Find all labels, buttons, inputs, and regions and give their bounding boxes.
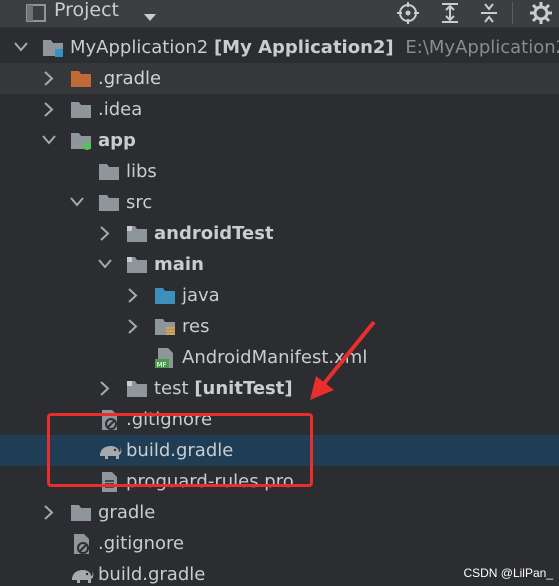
tree-item-label: .gitignore (98, 533, 185, 554)
tree-row-dot-gradle[interactable]: .gradle (0, 63, 559, 94)
tree-item-label: .gitignore (126, 409, 213, 430)
tree-row-libs[interactable]: libs (0, 156, 559, 187)
chevron-right-icon[interactable] (42, 497, 56, 528)
folder-icon (70, 99, 92, 121)
tree-row-app-gitignore[interactable]: .gitignore (0, 404, 559, 435)
tree-item-label: AndroidManifest.xml (182, 347, 368, 368)
tree-item-label: proguard-rules.pro (126, 471, 294, 492)
project-view-icon[interactable] (25, 2, 47, 28)
tree-row-root-gitignore[interactable]: .gitignore (0, 528, 559, 559)
root-module: [My Application2] (213, 37, 394, 58)
root-name: MyApplication2 (70, 37, 209, 58)
gradle-elephant-icon (98, 440, 122, 462)
folder-icon (98, 161, 120, 183)
tree-item-label: java (182, 285, 220, 306)
ignore-file-icon (70, 533, 92, 555)
tree-item-label: main (154, 254, 204, 275)
tree-item-label: .gradle (98, 68, 162, 89)
chevron-right-icon[interactable] (42, 63, 56, 94)
module-folder-icon (42, 37, 64, 59)
chevron-down-icon[interactable] (143, 8, 157, 27)
tree-item-label: gradle (98, 502, 156, 523)
collapse-all-icon[interactable] (477, 1, 501, 29)
tree-row-src[interactable]: src (0, 187, 559, 218)
watermark: CSDN @LilPan_ (463, 566, 553, 580)
chevron-right-icon[interactable] (126, 280, 140, 311)
resource-folder-icon (154, 316, 176, 338)
chevron-down-icon[interactable] (14, 32, 28, 63)
project-view-title[interactable]: Project (54, 0, 119, 21)
root-path: E:\MyApplication2 (405, 37, 559, 58)
tree-item-label: app (98, 130, 136, 151)
tree-row-app-build-gradle[interactable]: build.gradle (0, 435, 559, 466)
test-tag: [unitTest] (194, 378, 293, 399)
ignore-file-icon (98, 409, 120, 431)
chevron-right-icon[interactable] (126, 311, 140, 342)
manifest-file-icon: MF (154, 347, 176, 369)
tree-row-manifest[interactable]: MF AndroidManifest.xml (0, 342, 559, 373)
chevron-down-icon[interactable] (98, 249, 112, 280)
tree-row-app[interactable]: app (0, 125, 559, 156)
tree-row-java[interactable]: java (0, 280, 559, 311)
gradle-elephant-icon (70, 564, 94, 586)
tree-row-gradle[interactable]: gradle (0, 497, 559, 528)
tree-row-android-test[interactable]: androidTest (0, 218, 559, 249)
android-module-icon (70, 130, 92, 152)
tree-item-label: androidTest (154, 223, 274, 244)
source-set-folder-icon (126, 223, 148, 245)
tree-row-proguard[interactable]: proguard-rules.pro (0, 466, 559, 497)
gear-icon[interactable] (529, 1, 553, 29)
text-file-icon (98, 471, 120, 493)
tree-row-test[interactable]: test [unitTest] (0, 373, 559, 404)
locate-icon[interactable] (396, 1, 420, 29)
chevron-right-icon[interactable] (42, 94, 56, 125)
source-set-folder-icon (126, 378, 148, 400)
expand-all-icon[interactable] (438, 1, 462, 29)
chevron-down-icon[interactable] (70, 187, 84, 218)
folder-icon (70, 502, 92, 524)
tree-item-label: build.gradle (98, 564, 206, 585)
project-toolbar: Project (0, 0, 559, 28)
excluded-folder-icon (70, 68, 92, 90)
tree-item-label: libs (126, 161, 157, 182)
toolbar-separator (512, 2, 513, 24)
chevron-right-icon[interactable] (98, 218, 112, 249)
folder-icon (98, 192, 120, 214)
project-tree: MyApplication2 [My Application2] E:\MyAp… (0, 32, 559, 586)
tree-item-label: test (154, 378, 189, 399)
tree-row-res[interactable]: res (0, 311, 559, 342)
chevron-down-icon[interactable] (42, 125, 56, 156)
tree-row-idea[interactable]: .idea (0, 94, 559, 125)
tree-item-label: src (126, 192, 153, 213)
tree-item-label: res (182, 316, 210, 337)
svg-text:MF: MF (157, 361, 167, 369)
source-set-folder-icon (126, 254, 148, 276)
chevron-right-icon[interactable] (98, 373, 112, 404)
source-folder-icon (154, 285, 176, 307)
tree-row-root[interactable]: MyApplication2 [My Application2] E:\MyAp… (0, 32, 559, 63)
tree-item-label: build.gradle (126, 440, 234, 461)
tree-row-main[interactable]: main (0, 249, 559, 280)
tree-item-label: .idea (98, 99, 143, 120)
